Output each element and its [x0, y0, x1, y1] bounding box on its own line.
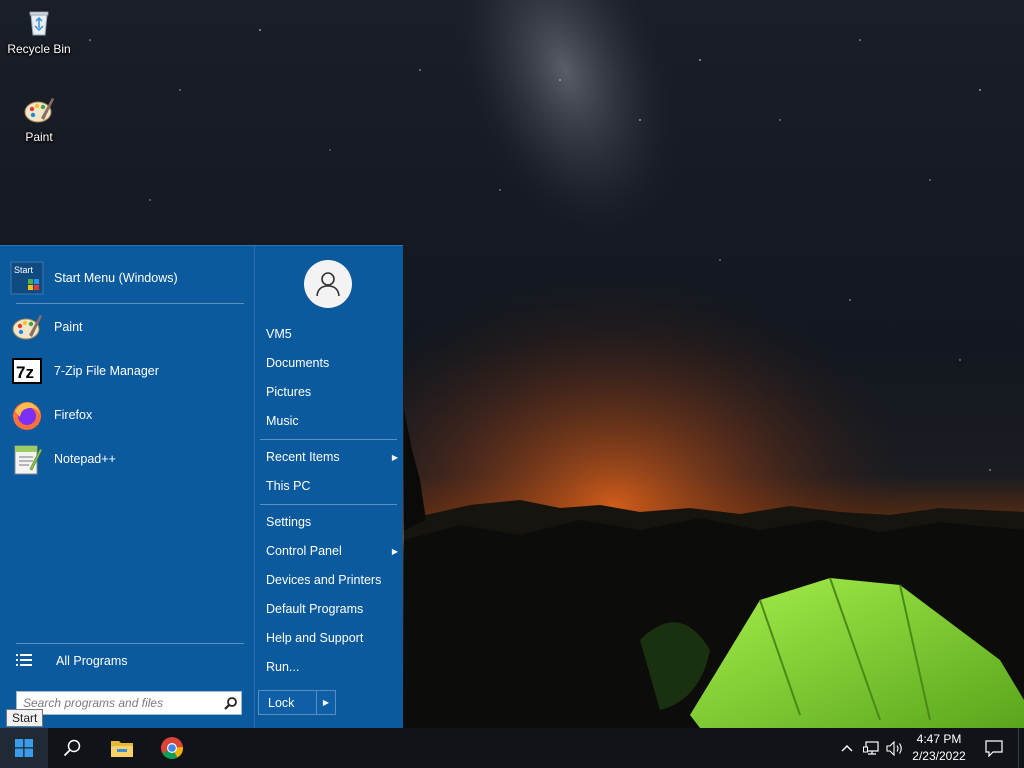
- user-icon: [316, 272, 340, 297]
- menu-item-label: Pictures: [266, 385, 312, 399]
- program-label: Start Menu (Windows): [54, 271, 178, 285]
- start-menu: Start Start Menu (Windows) Paint 7z 7-Zi…: [0, 245, 403, 729]
- notepad-plus-plus-icon: [10, 442, 44, 476]
- menu-item-music[interactable]: Music: [266, 410, 398, 432]
- all-programs-label: All Programs: [56, 654, 128, 668]
- shutdown-options-button[interactable]: ▶: [316, 690, 336, 715]
- program-paint[interactable]: Paint: [10, 307, 246, 347]
- submenu-arrow-icon: ▶: [391, 546, 398, 556]
- menu-item-devices-and-printers[interactable]: Devices and Printers: [266, 569, 398, 591]
- tray-overflow-button[interactable]: [838, 728, 856, 768]
- taskbar-search-button[interactable]: [48, 728, 96, 768]
- file-explorer-icon: [111, 741, 133, 757]
- program-label: Paint: [54, 320, 83, 334]
- start-tooltip: Start: [6, 709, 44, 727]
- menu-item-label: Run...: [266, 660, 300, 674]
- menu-item-label: Settings: [266, 515, 312, 529]
- network-icon: [862, 740, 879, 755]
- recycle-bin-icon: [23, 6, 55, 38]
- menu-item-label: Default Programs: [266, 602, 364, 616]
- menu-item-control-panel[interactable]: Control Panel ▶: [266, 540, 398, 562]
- notification-icon: [985, 739, 1003, 757]
- menu-item-recent-items[interactable]: Recent Items ▶: [266, 446, 398, 468]
- lock-button-group: Lock ▶: [258, 690, 336, 715]
- tooltip-text: Start: [12, 711, 38, 725]
- chevron-up-icon: [841, 745, 853, 752]
- menu-item-label: Music: [266, 414, 299, 428]
- paint-icon: [23, 94, 55, 126]
- desktop-icon-label: Paint: [25, 130, 53, 144]
- list-icon: [16, 653, 40, 670]
- submenu-arrow-icon: ▶: [391, 452, 398, 462]
- menu-item-label: VM5: [266, 327, 292, 341]
- lock-button[interactable]: Lock: [258, 690, 316, 715]
- start-menu-settings-icon: Start: [10, 261, 44, 295]
- search-icon: [63, 739, 81, 757]
- action-center-button[interactable]: [976, 728, 1012, 768]
- start-button[interactable]: [0, 728, 48, 768]
- menu-item-label: This PC: [266, 479, 311, 493]
- start-menu-places-pane: VM5 Documents Pictures Music Recent Item…: [255, 246, 403, 729]
- menu-item-label: Control Panel: [266, 544, 342, 558]
- paint-icon: [10, 310, 44, 344]
- menu-item-label: Documents: [266, 356, 330, 370]
- taskbar: 4:47 PM 2/23/2022: [0, 728, 1024, 768]
- chrome-icon: [161, 737, 183, 759]
- start-menu-programs-pane: Start Start Menu (Windows) Paint 7z 7-Zi…: [0, 246, 254, 729]
- lock-label: Lock: [268, 695, 295, 710]
- menu-item-user-folder[interactable]: VM5: [266, 323, 398, 345]
- tray-volume-button[interactable]: [884, 728, 906, 768]
- program-firefox[interactable]: Firefox: [10, 395, 246, 435]
- separator: [16, 643, 244, 644]
- taskbar-file-explorer[interactable]: [98, 728, 146, 768]
- program-label: 7-Zip File Manager: [54, 364, 159, 378]
- taskbar-clock[interactable]: 4:47 PM 2/23/2022: [906, 731, 972, 765]
- 7zip-icon-text: 7z: [16, 363, 34, 382]
- taskbar-chrome[interactable]: [148, 728, 196, 768]
- menu-item-label: Help and Support: [266, 631, 364, 645]
- all-programs-button[interactable]: All Programs: [16, 650, 128, 672]
- clock-date: 2/23/2022: [912, 749, 966, 763]
- windows-logo-icon: [15, 739, 33, 757]
- desktop-icon-paint[interactable]: Paint: [1, 94, 77, 144]
- menu-item-pictures[interactable]: Pictures: [266, 381, 398, 403]
- 7zip-icon: 7z: [10, 354, 44, 388]
- user-avatar[interactable]: [304, 260, 352, 308]
- search-input[interactable]: [17, 692, 219, 714]
- menu-item-settings[interactable]: Settings: [266, 511, 398, 533]
- program-notepad-plus-plus[interactable]: Notepad++: [10, 439, 246, 479]
- firefox-icon: [10, 398, 44, 432]
- menu-item-run[interactable]: Run...: [266, 656, 398, 678]
- menu-item-documents[interactable]: Documents: [266, 352, 398, 374]
- tray-network-button[interactable]: [860, 728, 882, 768]
- program-7zip[interactable]: 7z 7-Zip File Manager: [10, 351, 246, 391]
- menu-item-default-programs[interactable]: Default Programs: [266, 598, 398, 620]
- start-menu-settings-icon-text: Start: [14, 265, 34, 275]
- separator: [260, 504, 397, 505]
- chevron-right-icon: ▶: [322, 698, 330, 707]
- separator: [16, 303, 244, 304]
- show-desktop-button[interactable]: [1018, 728, 1024, 768]
- start-search-box[interactable]: [16, 691, 242, 715]
- menu-item-this-pc[interactable]: This PC: [266, 475, 398, 497]
- desktop-icon-label: Recycle Bin: [7, 42, 71, 56]
- menu-item-label: Recent Items: [266, 450, 340, 464]
- program-label: Firefox: [54, 408, 93, 422]
- program-label: Notepad++: [54, 452, 116, 466]
- volume-icon: [886, 740, 902, 756]
- search-icon[interactable]: [219, 692, 241, 714]
- separator: [260, 439, 397, 440]
- clock-time: 4:47 PM: [916, 732, 962, 746]
- program-start-menu-settings[interactable]: Start Start Menu (Windows): [10, 258, 246, 298]
- menu-item-label: Devices and Printers: [266, 573, 382, 587]
- menu-item-help-and-support[interactable]: Help and Support: [266, 627, 398, 649]
- desktop-icon-recycle-bin[interactable]: Recycle Bin: [1, 6, 77, 56]
